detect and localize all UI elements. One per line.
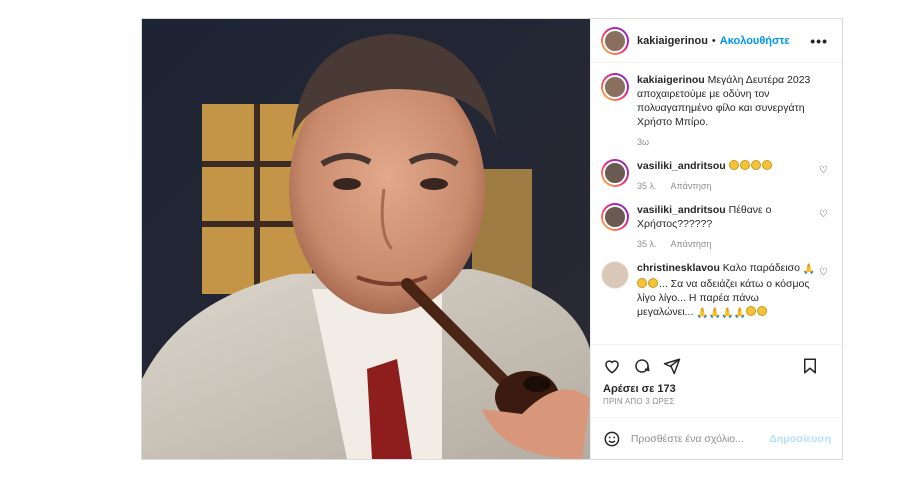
comment-username[interactable]: christinesklavou — [637, 262, 720, 274]
comment-item: christinesklavou Καλο παράδεισο 🙏... Σα … — [601, 261, 832, 321]
emoji-sad — [761, 160, 772, 170]
comment-text: Καλο παράδεισο — [722, 262, 800, 274]
reply-button[interactable]: Απάντηση — [671, 239, 712, 249]
caption-avatar[interactable] — [601, 73, 629, 101]
like-comment-heart-icon[interactable]: ♡ — [819, 267, 828, 278]
comment-item: vasiliki_andritsou 35 λ. Απάντηση ♡ — [601, 159, 832, 193]
post-photo[interactable] — [142, 19, 590, 459]
post-comment-button[interactable]: Δημοσίευση — [769, 433, 831, 445]
emoji-picker-icon[interactable] — [603, 430, 621, 448]
separator-dot: • — [711, 34, 716, 47]
emoji-sad — [637, 278, 647, 288]
comment-input[interactable] — [630, 432, 770, 445]
emoji-sad — [648, 278, 658, 288]
share-icon[interactable] — [663, 357, 681, 375]
caption-username[interactable]: kakiaigerinou — [637, 74, 705, 86]
emoji-sad — [757, 306, 768, 316]
emoji-sad — [739, 160, 750, 170]
post-header: kakiaigerinou • Ακολουθήστε ••• — [591, 19, 842, 63]
comment-username[interactable]: vasiliki_andritsou — [637, 204, 726, 216]
like-comment-heart-icon[interactable]: ♡ — [819, 209, 828, 220]
comments-list: kakiaigerinou Μεγάλη Δευτέρα 2023 αποχαι… — [591, 63, 842, 344]
likes-count[interactable]: Αρέσει σε 173 — [603, 383, 831, 395]
author-username[interactable]: kakiaigerinou — [637, 35, 708, 47]
like-comment-heart-icon[interactable]: ♡ — [819, 165, 828, 176]
comment-time[interactable]: 35 λ. — [637, 239, 657, 249]
post-card: kakiaigerinou • Ακολουθήστε ••• kakiaige… — [141, 18, 843, 460]
pray-emoji-icon: 🙏🙏🙏🙏 — [696, 308, 747, 319]
caption: kakiaigerinou Μεγάλη Δευτέρα 2023 αποχαι… — [601, 73, 832, 149]
emoji-sad — [746, 306, 757, 316]
portrait-image — [142, 19, 590, 459]
follow-button[interactable]: Ακολουθήστε — [720, 35, 790, 47]
commenter-avatar[interactable] — [601, 203, 629, 231]
comment-item: vasiliki_andritsou Πέθανε ο Χρήστος?????… — [601, 203, 832, 251]
like-heart-icon[interactable] — [603, 357, 621, 375]
pray-emoji-icon: 🙏 — [802, 264, 816, 275]
commenter-avatar[interactable] — [601, 261, 629, 289]
add-comment-bar: Δημοσίευση — [591, 417, 843, 459]
emoji-sad — [750, 160, 761, 170]
bookmark-icon[interactable] — [801, 357, 819, 375]
author-avatar[interactable] — [601, 26, 629, 55]
comment-time[interactable]: 35 λ. — [637, 181, 657, 191]
post-timestamp[interactable]: ΠΡΙΝ ΑΠΟ 3 ΩΡΕΣ — [603, 397, 831, 406]
reply-button[interactable]: Απάντηση — [671, 181, 712, 191]
post-sidebar: kakiaigerinou • Ακολουθήστε ••• kakiaige… — [590, 19, 843, 459]
post-actions: Αρέσει σε 173 ΠΡΙΝ ΑΠΟ 3 ΩΡΕΣ — [591, 344, 843, 406]
emoji-sad — [728, 160, 739, 170]
more-options-icon[interactable]: ••• — [810, 33, 828, 49]
caption-time[interactable]: 3ω — [637, 137, 649, 147]
comment-username[interactable]: vasiliki_andritsou — [637, 160, 726, 172]
commenter-avatar[interactable] — [601, 159, 629, 187]
comment-icon[interactable] — [633, 357, 651, 375]
